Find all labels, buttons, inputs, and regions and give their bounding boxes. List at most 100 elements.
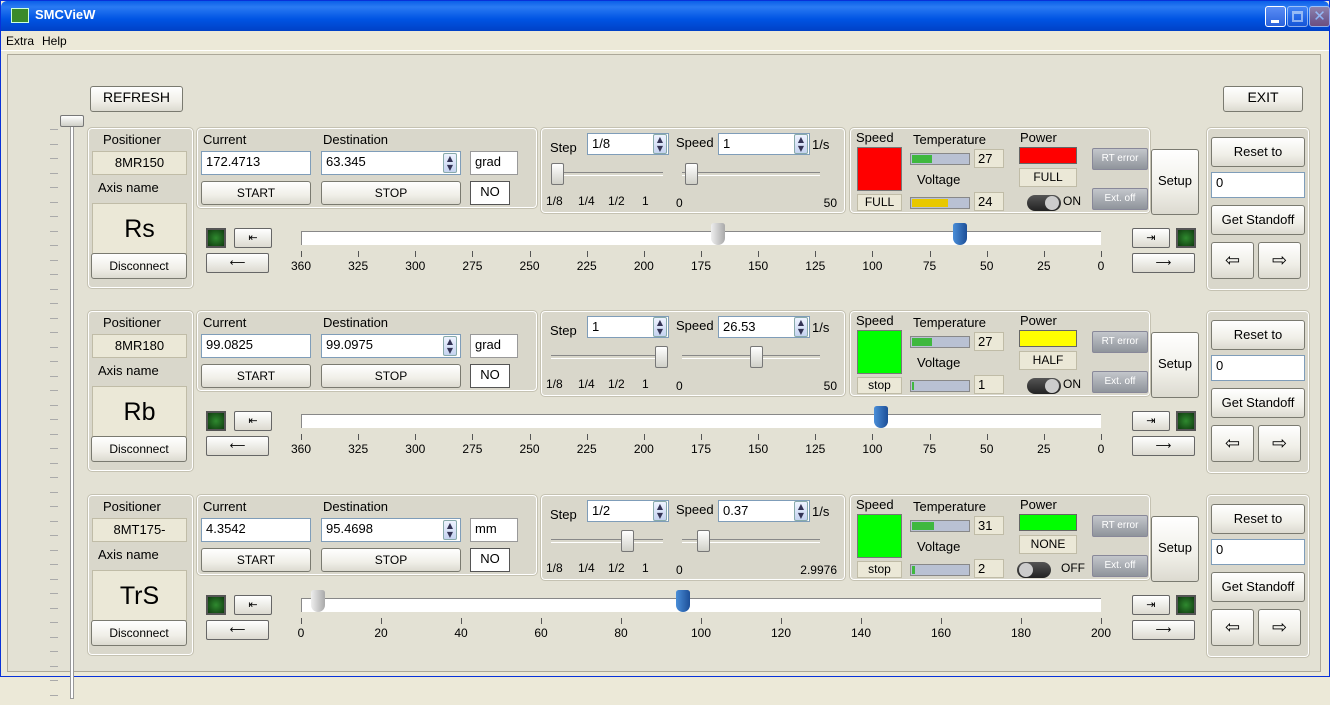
jog-right-button[interactable]: ⟶ (1132, 436, 1195, 456)
scale-label: 300 (405, 442, 426, 456)
speed-slider-thumb[interactable] (749, 346, 763, 368)
go-home-left-button[interactable]: ⇤ (234, 411, 272, 431)
menu-extra[interactable]: Extra (6, 34, 34, 48)
destination-input[interactable]: 99.0975 (321, 334, 461, 358)
speed-spinner[interactable]: ▲ ▼ (794, 317, 808, 337)
arrow-left-icon: ⇦ (1224, 250, 1241, 270)
start-button[interactable]: START (201, 548, 311, 572)
start-button[interactable]: START (201, 364, 311, 388)
speed-spinner[interactable]: ▲ ▼ (794, 501, 808, 521)
step-left-button[interactable]: ⇦ (1211, 609, 1254, 646)
setup-button[interactable]: Setup (1151, 332, 1199, 398)
step-right-button[interactable]: ⇨ (1258, 242, 1301, 279)
disconnect-button[interactable]: Disconnect (91, 253, 187, 279)
no-button[interactable]: NO (470, 364, 510, 388)
destination-input[interactable]: 95.4698 (321, 518, 461, 542)
go-home-left-button[interactable]: ⇤ (234, 595, 272, 615)
rt-error-button[interactable]: RT error (1092, 148, 1148, 170)
power-switch[interactable] (1017, 562, 1051, 578)
vertical-slider-tick (50, 578, 58, 580)
step-right-button[interactable]: ⇨ (1258, 425, 1301, 462)
start-button[interactable]: START (201, 181, 311, 205)
vertical-slider[interactable] (48, 115, 88, 705)
limit-right-led (1176, 411, 1196, 431)
get-standoff-button[interactable]: Get Standoff (1211, 388, 1305, 418)
disconnect-button[interactable]: Disconnect (91, 620, 187, 646)
power-switch[interactable] (1027, 378, 1061, 394)
reset-value-input[interactable]: 0 (1211, 355, 1305, 381)
position-track[interactable] (301, 414, 1101, 428)
reset-value-input[interactable]: 0 (1211, 539, 1305, 565)
rt-error-button[interactable]: RT error (1092, 515, 1148, 537)
no-button[interactable]: NO (470, 181, 510, 205)
step-spinner[interactable]: ▲ ▼ (653, 317, 667, 337)
disconnect-button[interactable]: Disconnect (91, 436, 187, 462)
speed-spinner[interactable]: ▲ ▼ (794, 134, 808, 154)
ext-off-button[interactable]: Ext. off (1092, 188, 1148, 210)
exit-button[interactable]: EXIT (1223, 86, 1303, 112)
reset-to-button[interactable]: Reset to (1211, 504, 1305, 534)
jog-left-button[interactable]: ⟵ (206, 620, 269, 640)
stop-button[interactable]: STOP (321, 548, 461, 572)
go-home-left-button[interactable]: ⇤ (234, 228, 272, 248)
menu-help[interactable]: Help (42, 34, 67, 48)
rt-error-button[interactable]: RT error (1092, 331, 1148, 353)
get-standoff-button[interactable]: Get Standoff (1211, 572, 1305, 602)
speed-label: Speed (676, 135, 714, 150)
limit-left-led (206, 411, 226, 431)
ext-off-button[interactable]: Ext. off (1092, 371, 1148, 393)
step-left-button[interactable]: ⇦ (1211, 242, 1254, 279)
step-left-button[interactable]: ⇦ (1211, 425, 1254, 462)
destination-marker[interactable] (675, 590, 690, 612)
destination-spinner[interactable]: ▲ ▼ (443, 336, 457, 356)
step-label: Step (550, 140, 577, 155)
close-button[interactable]: ✕ (1309, 6, 1330, 27)
jog-right-button[interactable]: ⟶ (1132, 253, 1195, 273)
setup-button[interactable]: Setup (1151, 149, 1199, 215)
vertical-slider-tick (50, 491, 58, 493)
step-slider-thumb[interactable] (551, 163, 564, 185)
stop-button[interactable]: STOP (321, 364, 461, 388)
destination-marker[interactable] (873, 406, 888, 428)
reset-to-button[interactable]: Reset to (1211, 137, 1305, 167)
destination-spinner[interactable]: ▲ ▼ (443, 520, 457, 540)
close-icon: ✕ (1313, 7, 1326, 25)
vertical-slider-thumb[interactable] (60, 115, 84, 127)
go-home-right-button[interactable]: ⇥ (1132, 595, 1170, 615)
speed-slider-thumb[interactable] (697, 530, 711, 552)
reset-to-button[interactable]: Reset to (1211, 320, 1305, 350)
position-track[interactable] (301, 231, 1101, 245)
destination-spinner[interactable]: ▲ ▼ (443, 153, 457, 173)
step-label: Step (550, 323, 577, 338)
vertical-slider-tick (50, 317, 58, 319)
destination-input[interactable]: 63.345 (321, 151, 461, 175)
minimize-button[interactable] (1265, 6, 1286, 27)
speed-label: Speed (676, 502, 714, 517)
step-slider-thumb[interactable] (620, 530, 634, 552)
jog-left-button[interactable]: ⟵ (206, 436, 269, 456)
reset-panel: Reset to 0 Get Standoff ⇦ ⇨ (1206, 494, 1310, 658)
no-button[interactable]: NO (470, 548, 510, 572)
step-spinner[interactable]: ▲ ▼ (653, 134, 667, 154)
ext-off-button[interactable]: Ext. off (1092, 555, 1148, 577)
step-right-button[interactable]: ⇨ (1258, 609, 1301, 646)
power-switch[interactable] (1027, 195, 1061, 211)
get-standoff-button[interactable]: Get Standoff (1211, 205, 1305, 235)
go-home-right-button[interactable]: ⇥ (1132, 411, 1170, 431)
jog-left-button[interactable]: ⟵ (206, 253, 269, 273)
setup-button[interactable]: Setup (1151, 516, 1199, 582)
refresh-button[interactable]: REFRESH (90, 86, 183, 112)
go-home-right-button[interactable]: ⇥ (1132, 228, 1170, 248)
stop-button[interactable]: STOP (321, 181, 461, 205)
current-label: Current (203, 315, 247, 330)
arrow-right-icon: ⟶ (1155, 439, 1172, 452)
position-track[interactable] (301, 598, 1101, 612)
reset-value-input[interactable]: 0 (1211, 172, 1305, 198)
jog-right-button[interactable]: ⟶ (1132, 620, 1195, 640)
destination-marker[interactable] (953, 223, 968, 245)
speed-slider-thumb[interactable] (684, 163, 698, 185)
maximize-button[interactable] (1287, 6, 1308, 27)
scale-tick (1043, 434, 1045, 440)
step-slider-thumb[interactable] (655, 346, 668, 368)
step-spinner[interactable]: ▲ ▼ (653, 501, 667, 521)
